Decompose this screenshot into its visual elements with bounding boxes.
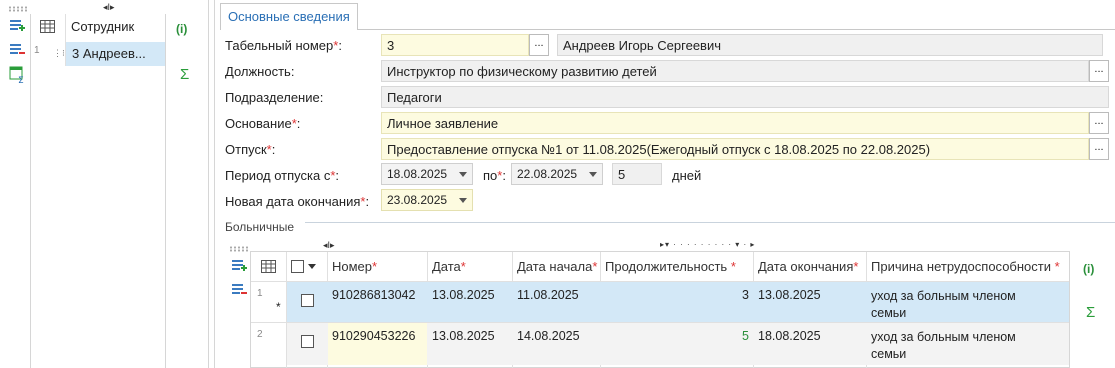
vacation-select-button[interactable]: ...: [1089, 138, 1109, 160]
column-header-number[interactable]: Номер*: [328, 252, 381, 282]
label-basis: Основание*:: [225, 116, 301, 131]
label-to: по*:: [483, 168, 506, 183]
cell-date[interactable]: 13.08.2025: [428, 325, 499, 347]
grid-resize-handle[interactable]: ◂I▸: [323, 240, 335, 251]
tab-underline: [358, 29, 1115, 30]
splitter-edge: [214, 0, 215, 368]
cell-duration[interactable]: 5: [601, 325, 753, 347]
label-vacation: Отпуск*:: [225, 142, 276, 157]
days-field: 5: [612, 163, 662, 185]
basis-input[interactable]: Личное заявление: [381, 112, 1089, 134]
employee-row-text: 3 Андреев...: [72, 46, 146, 61]
cell-date[interactable]: 13.08.2025: [428, 284, 499, 306]
row-index: 1: [257, 288, 263, 299]
select-all-checkbox[interactable]: [291, 260, 304, 273]
tabel-select-button[interactable]: ...: [529, 34, 549, 56]
new-row-marker: *: [276, 300, 281, 314]
info-icon[interactable]: (i): [176, 22, 187, 36]
basis-select-button[interactable]: ...: [1089, 112, 1109, 134]
position-field: Инструктор по физическому развитию детей: [381, 60, 1089, 82]
column-header-start-date[interactable]: Дата начала*: [513, 252, 601, 282]
splitter[interactable]: [208, 0, 209, 368]
cell-number[interactable]: 910290453226: [328, 325, 419, 347]
fio-field: Андреев Игорь Сергеевич: [557, 34, 1103, 56]
add-row-icon[interactable]: [9, 18, 25, 34]
select-all-dropdown-icon[interactable]: [308, 264, 316, 269]
new-end-date[interactable]: 23.08.2025: [381, 189, 473, 211]
tabel-input[interactable]: 3: [381, 34, 529, 56]
label-tabel: Табельный номер*:: [225, 38, 342, 53]
delete-sick-row-icon[interactable]: [231, 282, 247, 298]
sum-icon[interactable]: Σ: [180, 66, 189, 83]
cell-reason[interactable]: уход за больным членом семьи: [867, 325, 1020, 367]
label-new-end-date: Новая дата окончания*:: [225, 194, 370, 209]
grid-sum-icon[interactable]: Σ: [1086, 304, 1095, 321]
fill-table-icon[interactable]: Σ: [9, 66, 27, 86]
section-line: [305, 222, 1115, 223]
column-header-reason[interactable]: Причина нетрудоспособности *: [867, 252, 1064, 282]
add-sick-row-icon[interactable]: [231, 258, 247, 274]
delete-row-icon[interactable]: [9, 42, 25, 58]
row-expand-icon[interactable]: ⋮⁝: [53, 48, 65, 59]
cell-start-date[interactable]: 11.08.2025: [513, 284, 583, 306]
cell-number[interactable]: 910286813042: [328, 284, 419, 306]
column-header-end-date[interactable]: Дата окончания*: [754, 252, 862, 282]
grid-grip[interactable]: [229, 246, 249, 252]
table-settings-icon[interactable]: [40, 20, 56, 34]
label-position: Должность:: [225, 64, 295, 79]
row-checkbox[interactable]: [301, 335, 314, 348]
department-field: Педагоги: [381, 86, 1109, 108]
tab-main-info[interactable]: Основные сведения: [220, 3, 358, 30]
vacation-input[interactable]: Предоставление отпуска №1 от 11.08.2025(…: [381, 138, 1089, 160]
column-header-date[interactable]: Дата*: [428, 252, 470, 282]
cell-start-date[interactable]: 14.08.2025: [513, 325, 584, 347]
label-days: дней: [672, 168, 702, 183]
period-to-date[interactable]: 22.08.2025: [511, 163, 603, 185]
sick-leave-section-label: Больничные: [225, 220, 295, 234]
grid-info-icon[interactable]: (i): [1083, 262, 1094, 276]
cell-end-date[interactable]: 13.08.2025: [754, 284, 825, 306]
period-from-date[interactable]: 18.08.2025: [381, 163, 473, 185]
column-header-duration[interactable]: Продолжительность *: [601, 252, 740, 282]
left-list-panel: [30, 14, 166, 368]
row-index: 2: [257, 329, 263, 340]
svg-text:Σ: Σ: [18, 76, 24, 84]
row-checkbox[interactable]: [301, 294, 314, 307]
resize-handle[interactable]: ◂I▸: [103, 2, 115, 13]
position-select-button[interactable]: ...: [1089, 60, 1109, 82]
cell-end-date[interactable]: 18.08.2025: [754, 325, 825, 347]
column-header-employee[interactable]: Сотрудник: [71, 19, 134, 34]
panel-grip[interactable]: [8, 6, 28, 12]
grid-settings-icon[interactable]: [261, 260, 277, 274]
cell-reason[interactable]: уход за больным членом семьи: [867, 284, 1020, 326]
label-period: Период отпуска с*:: [225, 168, 340, 183]
label-department: Подразделение:: [225, 90, 324, 105]
column-resize-markers[interactable]: ▸▾ · · · · · · · · · ▾ · ▸: [660, 240, 755, 249]
row-index: 1: [34, 45, 40, 56]
cell-duration[interactable]: 3: [601, 284, 753, 306]
